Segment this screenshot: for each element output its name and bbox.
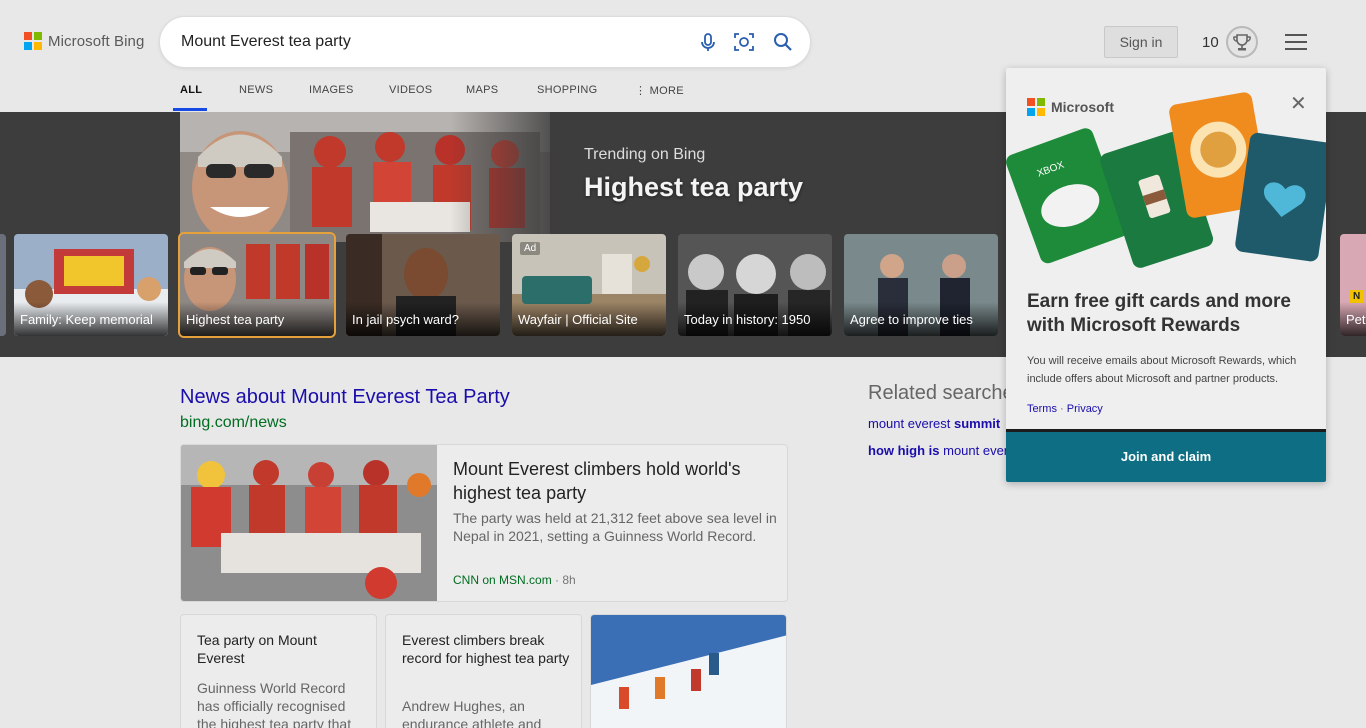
news-main-description: The party was held at 21,312 feet above … (453, 510, 777, 544)
active-tab-indicator (173, 108, 207, 111)
trending-card-label: Agree to improve ties (850, 312, 973, 327)
trending-title[interactable]: Highest tea party (584, 172, 803, 203)
more-dots-icon: ⋮ (635, 85, 650, 97)
trending-card-label: Today in history: 1950 (684, 312, 811, 327)
search-icon[interactable] (772, 31, 794, 53)
news-main-source: CNN on MSN.com (453, 573, 552, 587)
tab-news[interactable]: NEWS (239, 84, 309, 112)
trending-card-partial-right[interactable]: N Pet (1340, 234, 1366, 336)
trending-card-ad[interactable]: Ad Wayfair | Official Site (512, 234, 666, 336)
news-card-description: Andrew Hughes, an endurance athlete and (402, 698, 542, 728)
news-small-card[interactable]: Tea party on Mount Everest Guinness Worl… (180, 614, 377, 728)
tab-more[interactable]: ⋮ MORE (635, 84, 684, 112)
trending-card-label: Highest tea party (186, 312, 285, 327)
menu-icon[interactable] (1285, 34, 1307, 50)
rewards-trophy-icon[interactable] (1226, 26, 1258, 58)
gift-cards-illustration: XBOX (1006, 92, 1326, 268)
news-main-title[interactable]: Mount Everest climbers hold world's high… (453, 457, 773, 505)
news-card-description: Guinness World Record has officially rec… (197, 680, 352, 728)
news-main-card[interactable]: Mount Everest climbers hold world's high… (180, 444, 788, 602)
trending-card-label: Family: Keep memorial (20, 312, 153, 327)
news-heading-link[interactable]: News about Mount Everest Tea Party (180, 386, 510, 409)
search-tabs: ALL NEWS IMAGES VIDEOS MAPS SHOPPING ⋮ M… (180, 84, 684, 112)
hero-fade (450, 112, 570, 242)
bing-logo[interactable]: Microsoft Bing (24, 32, 144, 50)
rewards-points[interactable]: 10 (1202, 34, 1219, 51)
link-separator: · (1060, 403, 1064, 415)
trending-label: Trending on Bing (584, 146, 706, 163)
popup-heading: Earn free gift cards and more with Micro… (1027, 291, 1291, 336)
news-main-meta: CNN on MSN.com · 8h (453, 573, 576, 587)
news-small-card-image[interactable] (590, 614, 787, 728)
search-box[interactable]: Mount Everest tea party (160, 17, 810, 67)
related-search-link[interactable]: mount everest summit (868, 416, 1000, 431)
trending-card-partial-left[interactable] (0, 234, 6, 336)
tab-maps[interactable]: MAPS (466, 84, 537, 112)
search-input[interactable]: Mount Everest tea party (181, 33, 351, 51)
sign-in-button[interactable]: Sign in (1104, 26, 1178, 58)
news-small-card[interactable]: Everest climbers break record for highes… (385, 614, 582, 728)
related-searches-heading: Related searches (868, 382, 1024, 404)
logo-text: Microsoft Bing (48, 32, 145, 50)
rewards-popup: Microsoft ✕ XBOX Earn free gift cards an… (1006, 68, 1326, 482)
news-main-time: · 8h (555, 573, 576, 587)
news-card-title[interactable]: Everest climbers break record for highes… (402, 631, 572, 667)
trending-card-label: Wayfair | Official Site (518, 312, 638, 327)
tab-videos[interactable]: VIDEOS (389, 84, 466, 112)
join-and-claim-button[interactable]: Join and claim (1006, 432, 1326, 482)
trending-card-label: In jail psych ward? (352, 312, 459, 327)
trending-card[interactable]: Agree to improve ties (844, 234, 998, 336)
news-main-image (181, 445, 437, 601)
ad-badge: Ad (520, 242, 541, 255)
news-source-link[interactable]: bing.com/news (180, 414, 287, 432)
trending-card[interactable]: Family: Keep memorial (14, 234, 168, 336)
news-card-image (591, 615, 786, 728)
tab-images[interactable]: IMAGES (309, 84, 389, 112)
trending-card[interactable]: In jail psych ward? (346, 234, 500, 336)
microsoft-logo-icon (24, 32, 42, 50)
news-card-title[interactable]: Tea party on Mount Everest (197, 631, 367, 667)
popup-links: Terms · Privacy (1027, 403, 1103, 415)
trending-card-selected[interactable]: Highest tea party (178, 232, 336, 338)
trending-card-label: Pet (1346, 312, 1366, 327)
popup-description: You will receive emails about Microsoft … (1027, 355, 1297, 385)
privacy-link[interactable]: Privacy (1067, 403, 1103, 415)
tab-shopping[interactable]: SHOPPING (537, 84, 635, 112)
related-search-link[interactable]: how high is mount everest (868, 443, 1025, 458)
microphone-icon[interactable] (697, 31, 719, 53)
terms-link[interactable]: Terms (1027, 403, 1057, 415)
trending-card[interactable]: Today in history: 1950 (678, 234, 832, 336)
visual-search-icon[interactable] (733, 31, 755, 53)
